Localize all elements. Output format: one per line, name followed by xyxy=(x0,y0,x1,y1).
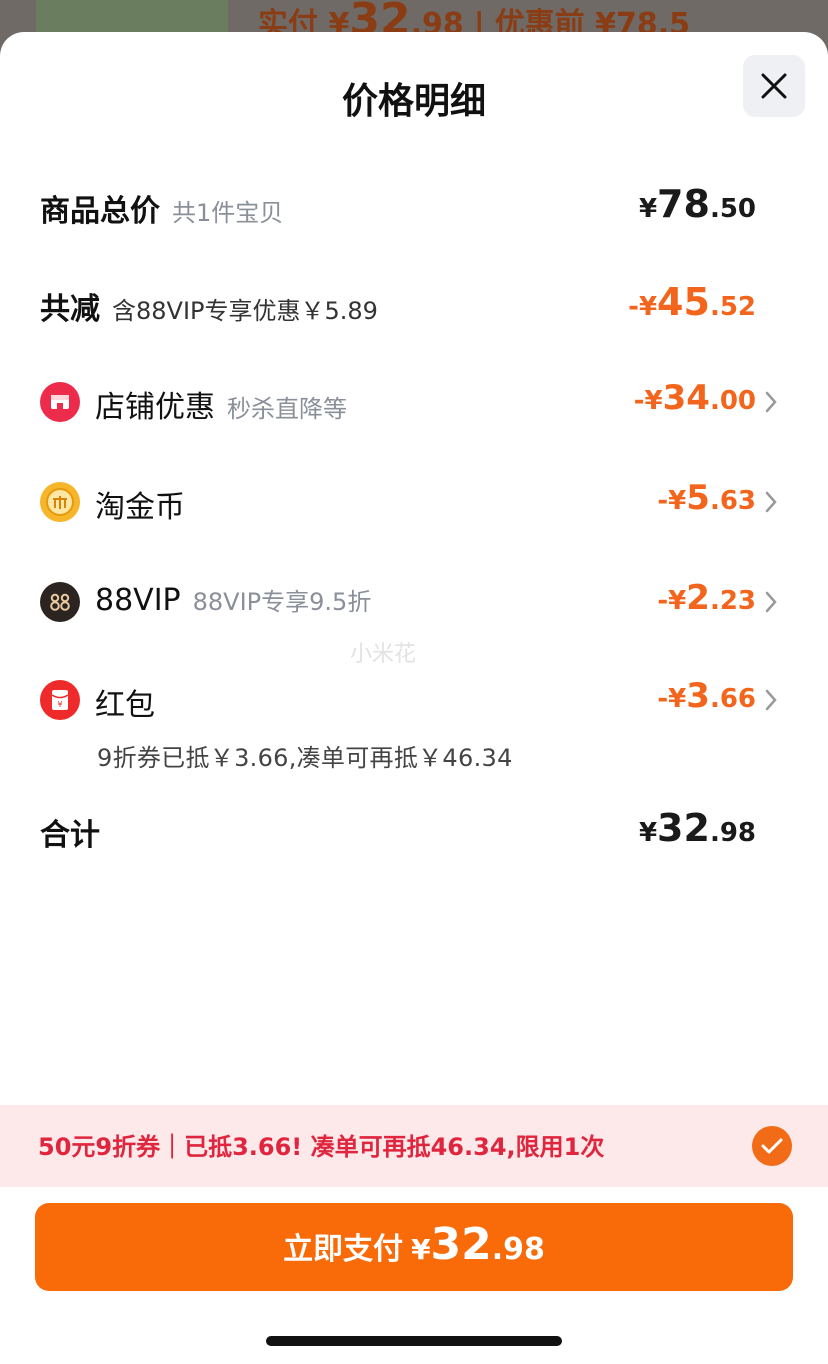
coupon-bar[interactable]: 50元9折券｜已抵3.66! 凑单可再抵46.34,限用1次 xyxy=(0,1105,828,1187)
pay-now-button[interactable]: 立即支付 ¥32.98 xyxy=(35,1203,793,1291)
amount-int: 32 xyxy=(657,806,710,850)
sheet-title: 价格明细 xyxy=(341,81,486,122)
currency-symbol: ¥ xyxy=(411,1233,431,1266)
amount-dec: .50 xyxy=(709,194,756,224)
amount-int: 45 xyxy=(657,280,710,324)
price-detail-sheet: 价格明细 商品总价 共1件宝贝 ¥78.50 共减 含88VIP专享优惠￥5.89 … xyxy=(0,32,828,1364)
discount-title: 淘金币 xyxy=(95,490,185,525)
amount-int: 34 xyxy=(662,378,710,418)
currency-symbol: ¥ xyxy=(638,818,658,848)
amount-int: 5 xyxy=(686,478,710,518)
coupon-checkbox[interactable] xyxy=(752,1126,792,1166)
close-icon xyxy=(761,73,787,99)
grand-total-label: 合计 xyxy=(40,818,100,853)
red-envelope-label: 红包 xyxy=(95,680,155,724)
amount-int: 78 xyxy=(657,182,710,226)
pay-button-label: 立即支付 xyxy=(283,1232,404,1267)
discount-row-store[interactable]: 店铺优惠 秒杀直降等 -¥34.00 xyxy=(0,374,828,430)
currency-symbol: -¥ xyxy=(657,586,687,616)
red-envelope-icon: ¥ xyxy=(40,680,80,720)
total-reduction-label: 共减 含88VIP专享优惠￥5.89 xyxy=(40,284,378,328)
goods-total-amount: ¥78.50 xyxy=(639,182,756,226)
coupon-text: 50元9折券｜已抵3.66! 凑单可再抵46.34,限用1次 xyxy=(38,1133,605,1161)
discount-title: 店铺优惠 xyxy=(95,390,215,425)
vip-discount-label: 88VIP 88VIP专享9.5折 xyxy=(95,582,371,618)
discount-row-vip[interactable]: 88VIP 88VIP专享9.5折 -¥2.23 xyxy=(0,574,828,630)
currency-symbol: -¥ xyxy=(633,386,663,416)
goods-total-row: 商品总价 共1件宝贝 ¥78.50 xyxy=(0,182,828,232)
discount-row-coin[interactable]: 淘金币 -¥5.63 xyxy=(0,474,828,530)
coin-discount-amount: -¥5.63 xyxy=(657,478,756,518)
chevron-right-icon xyxy=(765,391,777,413)
goods-count: 共1件宝贝 xyxy=(172,199,284,227)
amount-int: 3 xyxy=(686,676,710,716)
store-icon xyxy=(40,382,80,422)
goods-total-label: 商品总价 共1件宝贝 xyxy=(40,186,283,230)
red-envelope-amount: -¥3.66 xyxy=(657,676,756,716)
goods-total-title: 商品总价 xyxy=(40,194,160,229)
coin-discount-label: 淘金币 xyxy=(95,482,185,526)
chevron-right-icon xyxy=(765,491,777,513)
vip88-icon xyxy=(40,582,80,622)
close-button[interactable] xyxy=(743,55,805,117)
gold-coin-icon xyxy=(40,482,80,522)
checkmark-icon xyxy=(761,1138,783,1154)
discount-title: 88VIP xyxy=(95,583,181,618)
vip-included-note: 含88VIP专享优惠￥5.89 xyxy=(112,297,378,325)
chevron-right-icon xyxy=(765,591,777,613)
currency-symbol: -¥ xyxy=(628,292,658,322)
red-envelope-note: 9折券已抵￥3.66,凑单可再抵￥46.34 xyxy=(97,744,513,772)
amount-int: 32 xyxy=(430,1219,492,1270)
store-discount-amount: -¥34.00 xyxy=(634,378,756,418)
discount-sub: 秒杀直降等 xyxy=(227,395,347,423)
product-thumbnail xyxy=(36,0,228,34)
total-reduction-row: 共减 含88VIP专享优惠￥5.89 -¥45.52 xyxy=(0,280,828,330)
discount-title: 红包 xyxy=(95,688,155,723)
currency-symbol: -¥ xyxy=(657,684,687,714)
grand-total-amount: ¥32.98 xyxy=(639,806,756,850)
pay-button-content: 立即支付 ¥32.98 xyxy=(35,1219,793,1270)
total-reduction-title: 共减 xyxy=(40,292,100,327)
amount-dec: .63 xyxy=(709,486,756,516)
amount-dec: .00 xyxy=(709,386,756,416)
store-discount-label: 店铺优惠 秒杀直降等 xyxy=(95,382,347,426)
currency-symbol: -¥ xyxy=(657,486,687,516)
discount-sub: 88VIP专享9.5折 xyxy=(192,588,372,616)
amount-dec: .98 xyxy=(491,1232,545,1267)
discount-row-red-envelope[interactable]: ¥ 红包 -¥3.66 xyxy=(0,672,828,728)
home-indicator[interactable] xyxy=(266,1336,562,1346)
vip-discount-amount: -¥2.23 xyxy=(657,578,756,618)
svg-text:¥: ¥ xyxy=(57,700,62,709)
currency-symbol: ¥ xyxy=(638,194,658,224)
amount-int: 2 xyxy=(686,578,710,618)
amount-dec: .52 xyxy=(709,292,756,322)
total-reduction-amount: -¥45.52 xyxy=(628,280,756,324)
chevron-right-icon xyxy=(765,689,777,711)
amount-dec: .66 xyxy=(709,684,756,714)
amount-dec: .98 xyxy=(709,818,756,848)
watermark: 小米花 xyxy=(350,642,417,667)
amount-dec: .23 xyxy=(709,586,756,616)
grand-total-row: 合计 ¥32.98 xyxy=(0,806,828,856)
